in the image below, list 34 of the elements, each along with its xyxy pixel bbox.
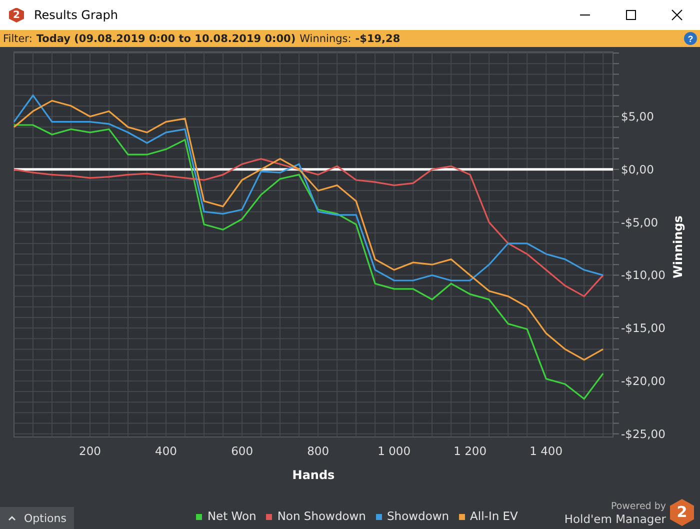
y-tick-label: -$15,00	[621, 321, 666, 336]
x-tick-label: 200	[79, 444, 101, 458]
y-axis-title: Winnings	[671, 216, 685, 278]
winnings-value: -$19,28	[355, 32, 400, 44]
y-tick-label: -$20,00	[621, 374, 666, 388]
maximize-icon	[625, 9, 637, 21]
y-tick-label: -$5,00	[621, 215, 658, 230]
app-logo-icon: 2	[9, 8, 24, 22]
options-button[interactable]: Options	[0, 507, 74, 529]
y-tick-label: $0,00	[621, 162, 654, 176]
window-title: Results Graph	[34, 8, 118, 22]
x-tick-label: 800	[307, 444, 330, 458]
x-axis-title: Hands	[292, 468, 335, 482]
caret-icon	[8, 515, 16, 521]
brand-logo-icon: 2	[670, 499, 694, 526]
close-icon	[671, 9, 683, 21]
x-tick-label: 1 200	[454, 444, 487, 458]
powered-by-text: Powered by	[610, 502, 666, 513]
legend-label: All-In EV	[470, 510, 518, 524]
x-tick-label: 600	[231, 444, 254, 458]
winnings-label: Winnings:	[300, 32, 352, 44]
y-tick-label: $5,00	[621, 110, 654, 124]
x-tick-label: 1 400	[530, 444, 563, 458]
filter-value: Today (09.08.2019 0:00 to 10.08.2019 0:00)	[36, 32, 296, 44]
legend-label: Net Won	[207, 510, 256, 524]
help-button[interactable]: ?	[684, 32, 697, 45]
x-tick-label: 400	[155, 444, 177, 458]
brand-name: Hold'em Manager	[564, 512, 666, 526]
filter-label: Filter:	[3, 32, 32, 44]
y-tick-label: -$10,00	[621, 268, 666, 282]
legend-label: Non Showdown	[277, 510, 366, 524]
legend-label: Showdown	[386, 510, 450, 524]
x-tick-label: 1 000	[378, 444, 411, 458]
y-tick-label: -$25,00	[621, 426, 666, 441]
